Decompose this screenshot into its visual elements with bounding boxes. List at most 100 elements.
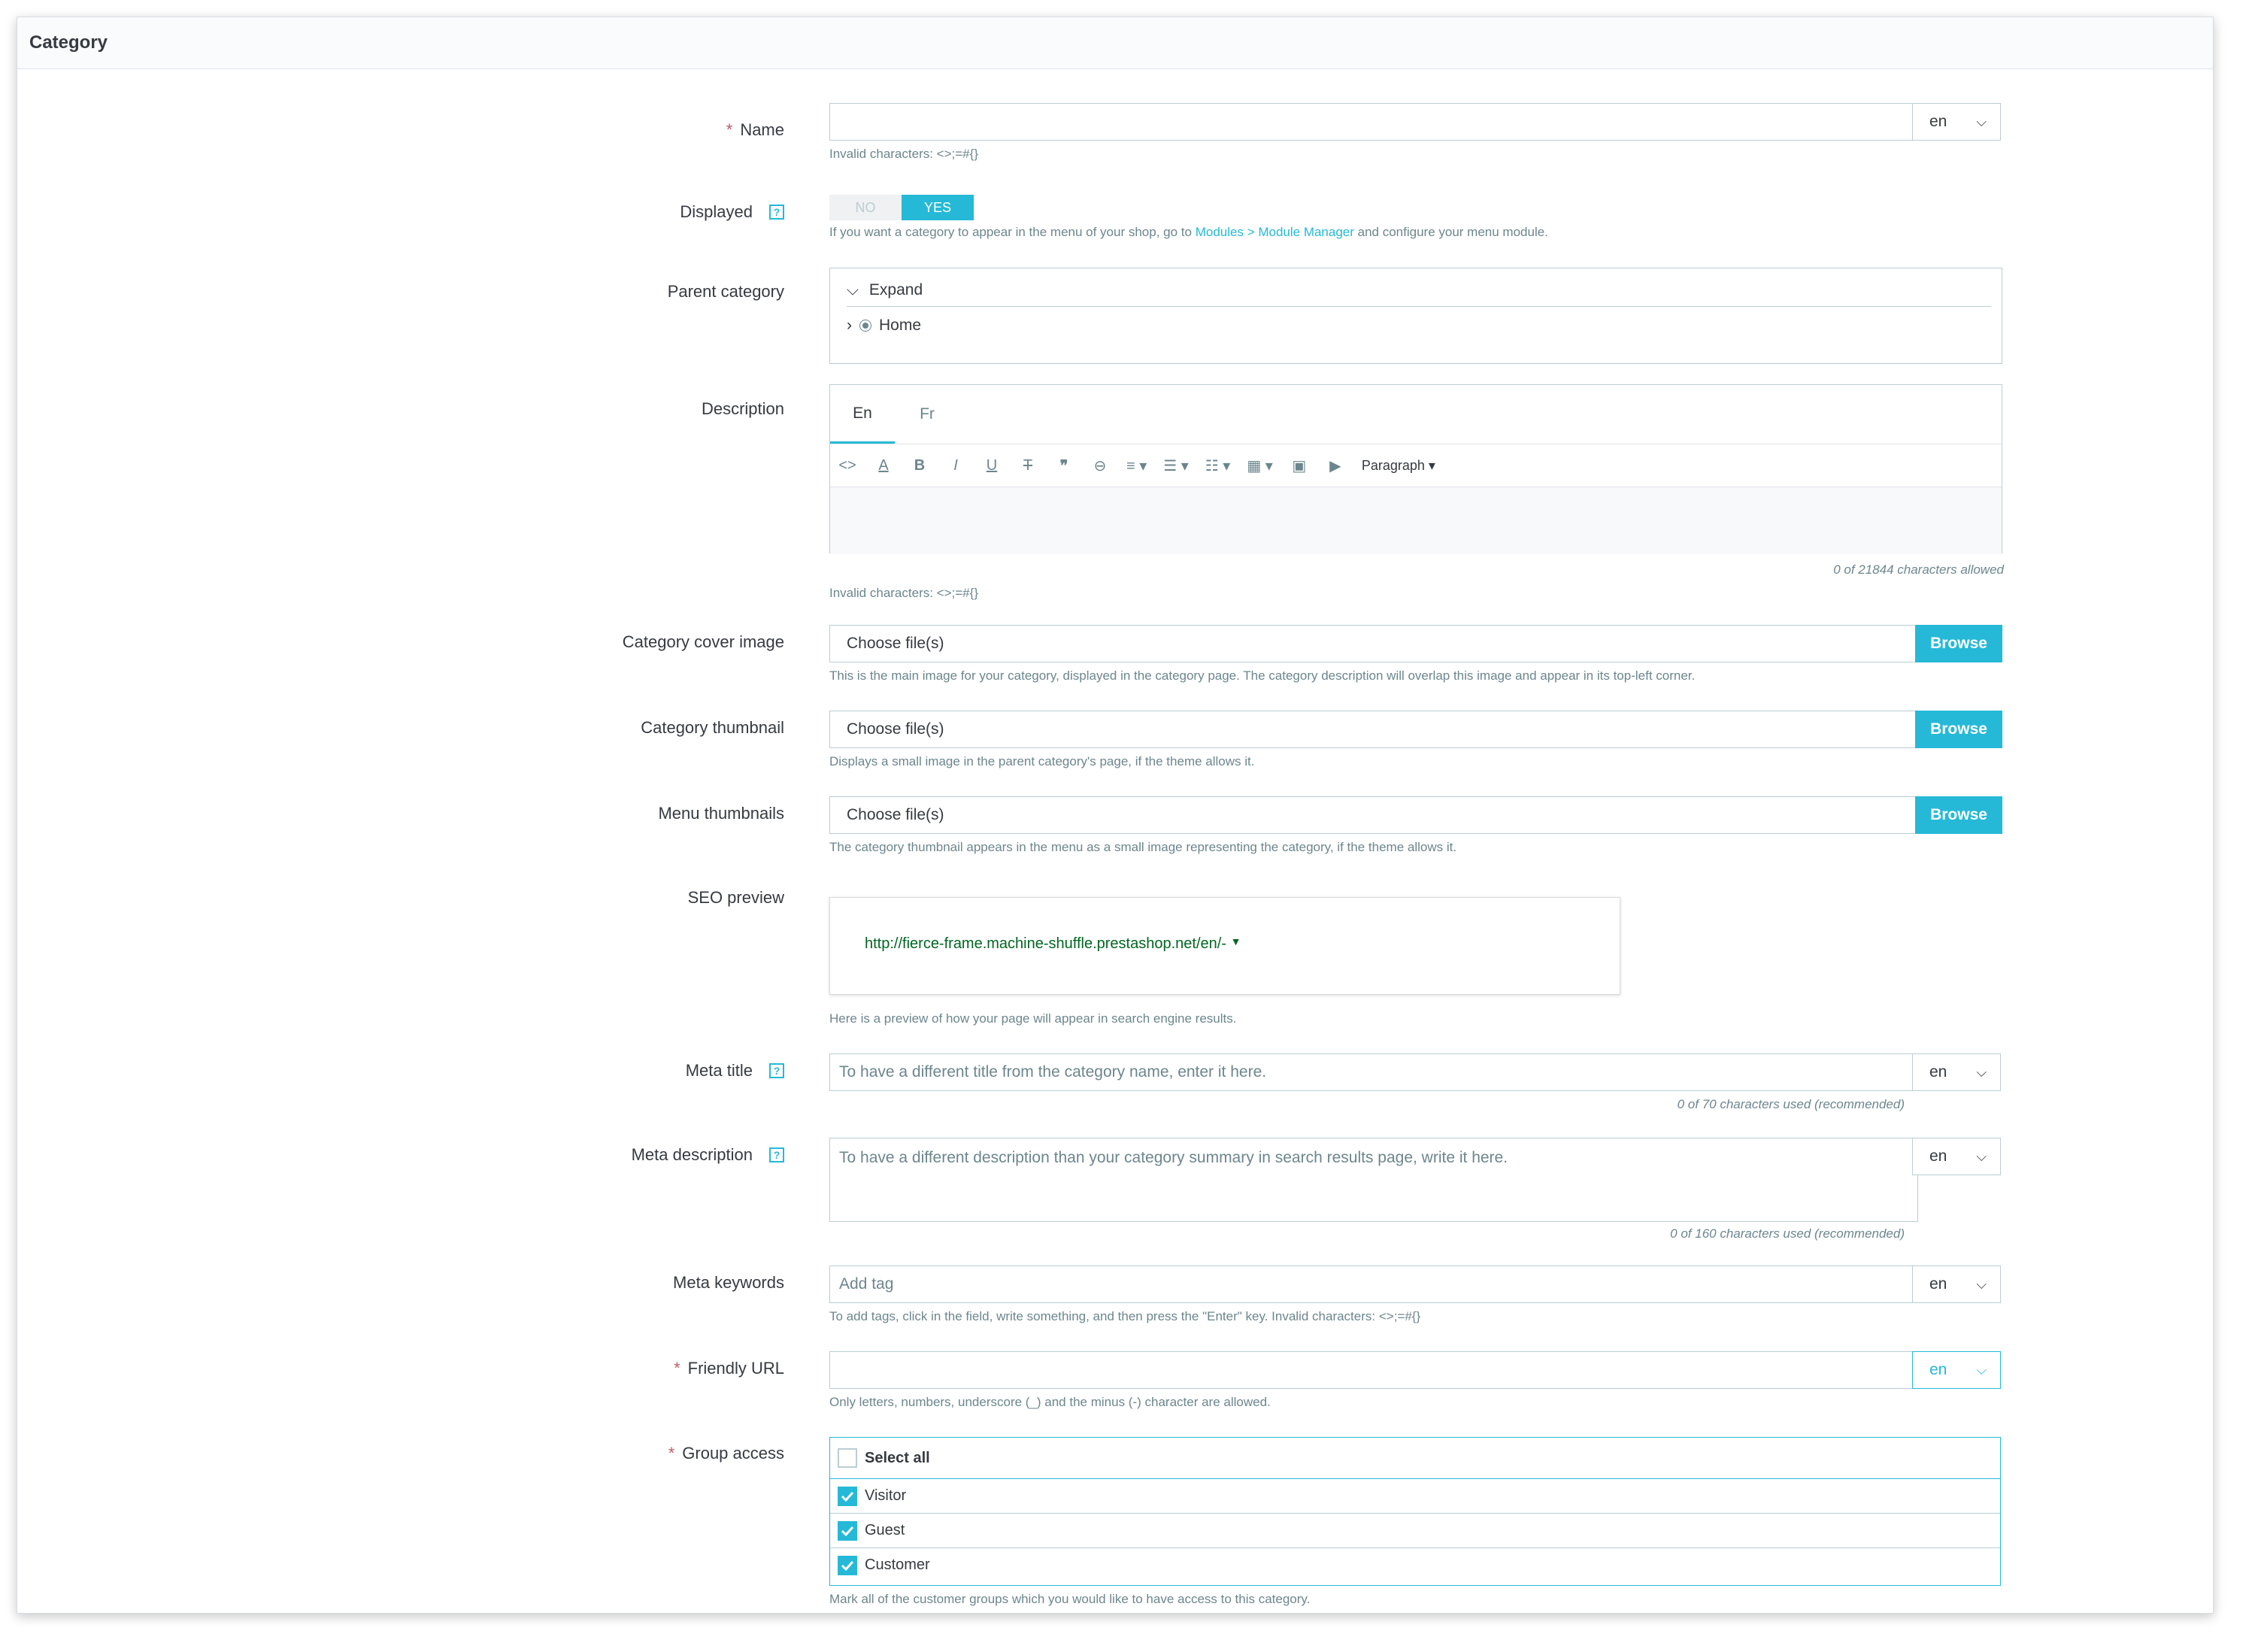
chevron-down-icon: ⌵ xyxy=(1976,1148,1987,1164)
help-icon[interactable]: ? xyxy=(769,1147,784,1162)
meta-title-lang-select[interactable]: en ⌵ xyxy=(1912,1053,2001,1091)
seo-preview-box: http://fierce-frame.machine-shuffle.pres… xyxy=(829,897,1620,995)
parent-category-label: Parent category xyxy=(667,282,784,301)
friendly-url-input[interactable] xyxy=(829,1351,1918,1389)
category-panel: Category * Name en ⌵ Invalid characters: … xyxy=(17,17,2214,1614)
module-manager-link[interactable]: Modules > Module Manager xyxy=(1196,225,1354,239)
group-access-label: * Group access xyxy=(668,1444,784,1463)
format-select[interactable]: Paragraph ▾ xyxy=(1362,458,1435,474)
select-all-checkbox[interactable] xyxy=(838,1448,857,1468)
strikethrough-icon[interactable]: T xyxy=(1018,457,1038,474)
meta-description-lang-select[interactable]: en ⌵ xyxy=(1912,1138,2001,1175)
description-counter: 0 of 21844 characters allowed xyxy=(1833,562,2004,577)
cover-image-label: Category cover image xyxy=(622,632,784,651)
description-label: Description xyxy=(701,399,784,418)
menu-thumbnails-label: Menu thumbnails xyxy=(658,804,784,823)
thumbnail-hint: Displays a small image in the parent cat… xyxy=(829,754,1255,768)
chevron-down-icon: ⌵ xyxy=(1976,1362,1987,1378)
help-icon[interactable]: ? xyxy=(769,1063,784,1078)
switch-no[interactable]: NO xyxy=(829,195,902,220)
thumbnail-browse-button[interactable]: Browse xyxy=(1915,711,2002,748)
underline-icon[interactable]: U xyxy=(982,457,1002,474)
thumbnail-file-input[interactable]: Choose file(s) xyxy=(829,711,1917,748)
link-icon[interactable]: ⊖ xyxy=(1090,456,1110,475)
help-icon[interactable]: ? xyxy=(769,205,784,220)
chevron-down-icon: ⌵ xyxy=(847,281,859,299)
friendly-url-lang-select[interactable]: en ⌵ xyxy=(1912,1351,2001,1389)
displayed-hint: If you want a category to appear in the … xyxy=(829,225,1548,239)
meta-keywords-hint: To add tags, click in the field, write s… xyxy=(829,1309,1421,1323)
seo-preview-label: SEO preview xyxy=(687,888,784,907)
required-marker: * xyxy=(726,120,733,139)
panel-title: Category xyxy=(17,17,2213,69)
select-all-row[interactable]: Select all xyxy=(830,1438,2000,1479)
seo-preview-url: http://fierce-frame.machine-shuffle.pres… xyxy=(865,935,1241,952)
check-icon xyxy=(841,1526,854,1536)
switch-yes[interactable]: YES xyxy=(902,195,974,220)
meta-title-label: Meta title ? xyxy=(686,1061,784,1081)
chevron-down-icon: ⌵ xyxy=(1976,114,1987,129)
thumbnail-label: Category thumbnail xyxy=(641,718,784,737)
name-label: * Name xyxy=(726,120,784,139)
name-lang-select[interactable]: en ⌵ xyxy=(1912,103,2001,141)
code-icon[interactable]: <> xyxy=(838,457,857,474)
chevron-down-icon: ⌵ xyxy=(1976,1276,1987,1292)
displayed-switch[interactable]: NO YES xyxy=(829,195,974,220)
meta-keywords-lang-select[interactable]: en ⌵ xyxy=(1912,1266,2001,1303)
language-tabs: En Fr xyxy=(830,385,2002,444)
menu-thumbnails-browse-button[interactable]: Browse xyxy=(1915,796,2002,834)
bullet-list-icon[interactable]: ☰ ▾ xyxy=(1163,456,1189,475)
group-row-visitor[interactable]: Visitor xyxy=(830,1479,2000,1514)
seo-preview-hint: Here is a preview of how your page will … xyxy=(829,1011,1237,1026)
media-icon[interactable]: ▶ xyxy=(1326,456,1345,475)
meta-title-input[interactable]: To have a different title from the categ… xyxy=(829,1053,1918,1091)
meta-description-label: Meta description ? xyxy=(632,1145,784,1165)
friendly-url-label: * Friendly URL xyxy=(674,1359,784,1378)
category-tree: ⌵ Expand › Home xyxy=(829,268,2002,364)
tree-expand-button[interactable]: ⌵ Expand xyxy=(847,274,1991,307)
text-color-icon[interactable]: A xyxy=(874,457,893,474)
numbered-list-icon[interactable]: ☷ ▾ xyxy=(1205,456,1231,475)
group-access-table: Select all Visitor Guest Customer xyxy=(829,1437,2001,1586)
menu-thumbnails-file-input[interactable]: Choose file(s) xyxy=(829,796,1917,834)
bold-icon[interactable]: B xyxy=(910,457,929,474)
meta-description-textarea[interactable]: To have a different description than you… xyxy=(829,1138,1918,1222)
italic-icon[interactable]: I xyxy=(946,457,965,474)
check-icon xyxy=(841,1491,854,1502)
description-editor: En Fr <> A B I U T ❞ ⊖ ≡ ▾ ☰ ▾ ☷ ▾ ▦ ▾ ▣… xyxy=(829,384,2002,554)
description-hint: Invalid characters: <>;=#{} xyxy=(829,586,978,600)
meta-keywords-label: Meta keywords xyxy=(673,1273,784,1292)
blockquote-icon[interactable]: ❞ xyxy=(1054,456,1074,475)
name-hint: Invalid characters: <>;=#{} xyxy=(829,147,978,161)
chevron-right-icon: › xyxy=(847,317,852,334)
description-textarea[interactable] xyxy=(830,487,2002,554)
group-row-guest[interactable]: Guest xyxy=(830,1514,2000,1548)
meta-description-counter: 0 of 160 characters used (recommended) xyxy=(1670,1226,1905,1241)
guest-checkbox[interactable] xyxy=(838,1520,857,1541)
menu-thumbnails-hint: The category thumbnail appears in the me… xyxy=(829,840,1457,854)
tab-en[interactable]: En xyxy=(830,385,895,444)
caret-down-icon: ▼ xyxy=(1230,935,1241,947)
displayed-label: Displayed ? xyxy=(680,202,784,222)
tab-fr[interactable]: Fr xyxy=(895,385,959,444)
visitor-checkbox[interactable] xyxy=(838,1486,857,1506)
friendly-url-hint: Only letters, numbers, underscore (_) an… xyxy=(829,1395,1271,1409)
cover-image-browse-button[interactable]: Browse xyxy=(1915,625,2002,662)
editor-toolbar: <> A B I U T ❞ ⊖ ≡ ▾ ☰ ▾ ☷ ▾ ▦ ▾ ▣ ▶ Par… xyxy=(830,444,2002,487)
meta-title-counter: 0 of 70 characters used (recommended) xyxy=(1677,1097,1905,1111)
align-icon[interactable]: ≡ ▾ xyxy=(1126,456,1147,475)
customer-checkbox[interactable] xyxy=(838,1555,857,1575)
group-access-hint: Mark all of the customer groups which yo… xyxy=(829,1592,1311,1606)
table-icon[interactable]: ▦ ▾ xyxy=(1247,456,1273,475)
chevron-down-icon: ⌵ xyxy=(1976,1064,1987,1080)
image-icon[interactable]: ▣ xyxy=(1290,456,1309,475)
tree-item-home[interactable]: › Home xyxy=(847,317,921,335)
name-input[interactable] xyxy=(829,103,1918,141)
check-icon xyxy=(841,1560,854,1571)
required-marker: * xyxy=(668,1444,675,1463)
radio-button[interactable] xyxy=(859,320,871,332)
group-row-customer[interactable]: Customer xyxy=(830,1548,2000,1582)
required-marker: * xyxy=(674,1359,680,1378)
meta-keywords-tag-input[interactable]: Add tag xyxy=(829,1266,1918,1303)
cover-image-file-input[interactable]: Choose file(s) xyxy=(829,625,1917,662)
